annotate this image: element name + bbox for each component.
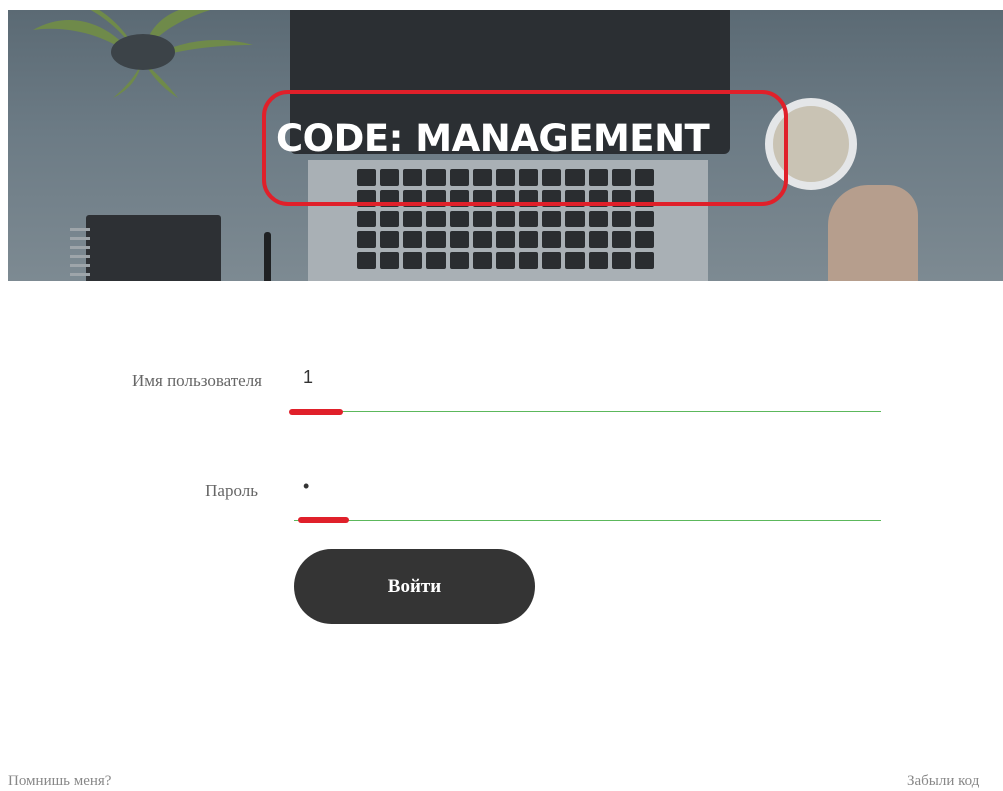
notebook-rings [70,228,90,281]
username-label: Имя пользователя [131,371,262,390]
remember-me-link[interactable]: Помнишь меня? [8,773,111,790]
pen [264,232,271,281]
password-label: Пароль [205,481,258,500]
password-input[interactable]: • [303,476,881,516]
forgot-code-link[interactable]: Забыли код [907,773,1003,790]
page-title: CODE: MANAGEMENT [276,117,710,160]
username-annotation [289,409,343,415]
username-input[interactable]: 1 [303,367,881,407]
password-annotation [298,517,349,523]
notebook [86,215,221,281]
login-button[interactable]: Войти [294,549,535,624]
username-underline [294,411,881,412]
plant-icon [33,10,253,98]
password-underline [294,520,881,521]
hand [828,185,918,281]
